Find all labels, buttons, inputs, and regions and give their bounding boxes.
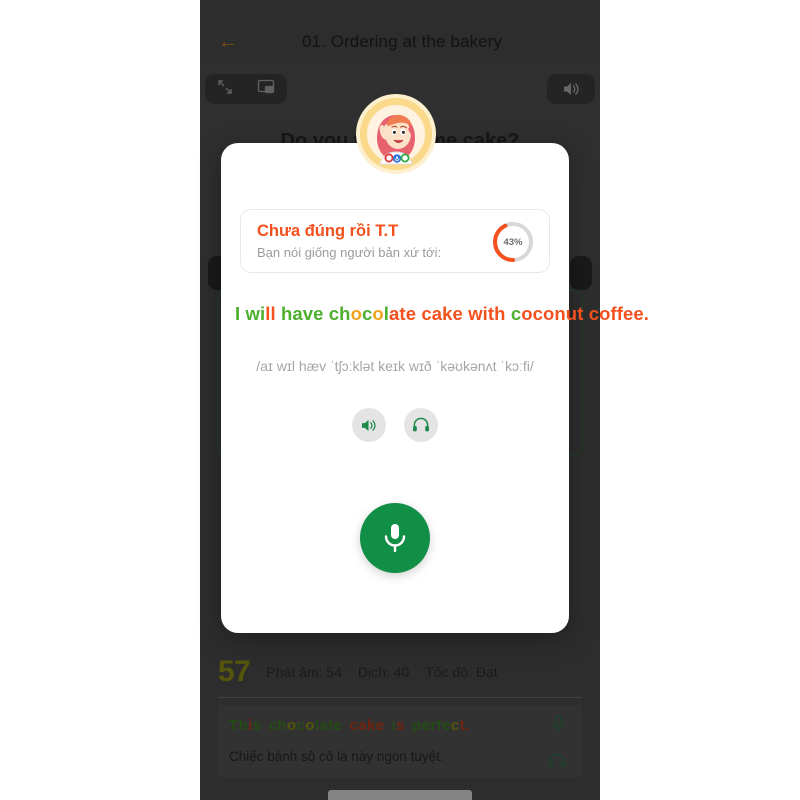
word-token: ate [389, 303, 417, 324]
volume-up-icon[interactable] [352, 408, 386, 442]
word-token: with [468, 303, 506, 324]
teacher-avatar-icon [360, 98, 432, 170]
word-token: oconut [521, 303, 584, 324]
word-token: c [362, 303, 373, 324]
word-token: coffee. [588, 303, 650, 324]
translation-score: Dịch: 40 [357, 664, 410, 680]
result-card: Chưa đúng rồi T.T Bạn nói giống người bả… [240, 209, 550, 273]
transcript-sentence: This chocolate cake is perfect. [229, 717, 470, 734]
score-ring-label: 43% [503, 236, 523, 248]
feedback-modal: Chưa đúng rồi T.T Bạn nói giống người bả… [221, 143, 649, 633]
total-score: 57 [218, 655, 251, 688]
picture-in-picture-icon[interactable] [257, 79, 275, 100]
word-token: wi [245, 303, 266, 324]
target-sentence: I will have chocolate cake with coconut … [235, 301, 649, 327]
right-nub [570, 256, 592, 290]
word-token [384, 717, 391, 734]
result-title: Chưa đúng rồi T.T [257, 222, 399, 240]
word-token [261, 717, 268, 734]
word-token: have [280, 303, 324, 324]
transcript-row: This chocolate cake is perfect. Chiếc bá… [218, 705, 582, 777]
word-token: o [286, 717, 297, 734]
home-indicator [328, 790, 472, 800]
word-token: cake [421, 303, 463, 324]
word-token: s [396, 717, 405, 734]
word-token: late [314, 717, 343, 734]
word-token: c [296, 717, 306, 734]
score-ring: 43% [491, 220, 535, 264]
transcript-translation: Chiếc bánh sô cô la này ngon tuyệt. [229, 749, 444, 764]
word-token: Th [229, 717, 249, 734]
word-token: o [372, 303, 384, 324]
word-token: ch [328, 303, 351, 324]
headphones-outline-icon[interactable] [548, 753, 566, 773]
record-microphone-button[interactable] [360, 503, 430, 573]
word-token: c [510, 303, 522, 324]
word-token: ch [268, 717, 287, 734]
pronunciation-score: Phát âm: 54 [266, 664, 342, 680]
lesson-header: ← 01. Ordering at the bakery [200, 22, 600, 62]
word-token: ll [265, 303, 276, 324]
word-token: o [305, 717, 315, 734]
microphone-outline-icon[interactable] [551, 714, 566, 738]
speed-score: Tốc độ: Đạt [425, 664, 498, 680]
result-subtitle: Bạn nói giống người bản xứ tới: [257, 245, 442, 260]
volume-up-icon[interactable] [547, 74, 595, 104]
ipa-transcription: /aɪ wɪl hæv ˈtʃɔːklət keɪk wɪð ˈkəʊkənʌt… [256, 358, 534, 374]
divider [218, 697, 582, 698]
arrow-left-icon[interactable]: ← [208, 32, 248, 52]
headphones-icon[interactable] [404, 408, 438, 442]
score-strip: 57 Phát âm: 54 Dịch: 40 Tốc độ: Đạt [218, 650, 582, 694]
word-token: t. [459, 717, 470, 734]
app-screen: ← 01. Ordering at the bakery Do you cake… [0, 0, 800, 800]
word-token: c [450, 717, 460, 734]
audio-button-row [221, 408, 569, 442]
video-control-pill[interactable] [205, 74, 287, 104]
page-title: 01. Ordering at the bakery [301, 32, 503, 51]
expand-arrows-icon[interactable] [217, 79, 233, 100]
word-token: o [350, 303, 362, 324]
word-token: cake [349, 717, 385, 734]
word-token: perfe [412, 717, 451, 734]
